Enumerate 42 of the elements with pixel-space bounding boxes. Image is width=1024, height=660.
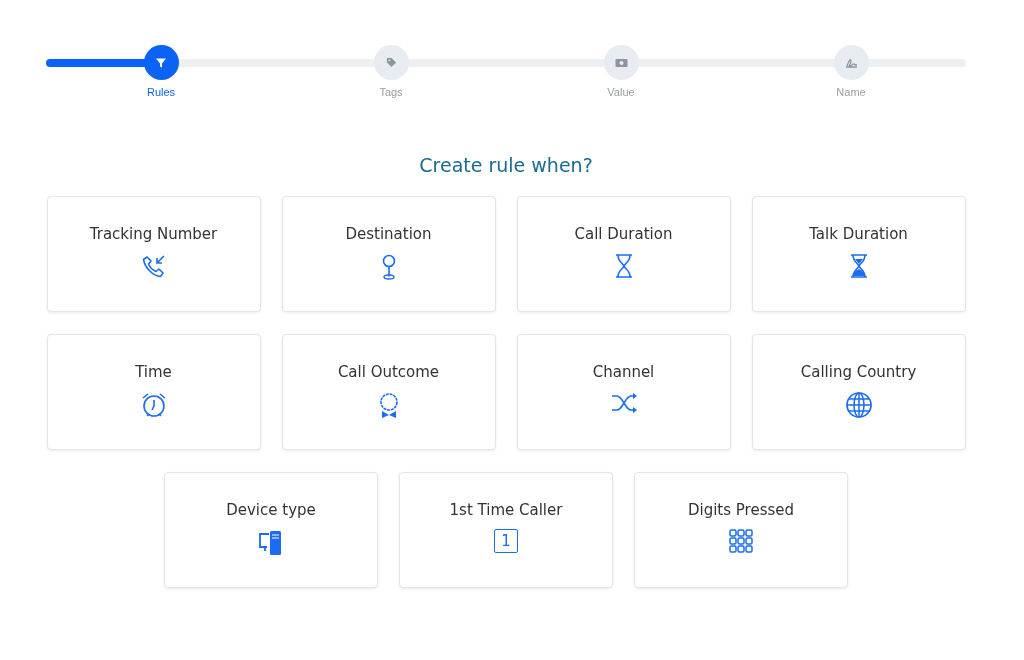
step-circle[interactable] — [603, 45, 639, 80]
shuffle-icon — [609, 391, 638, 415]
card-label: 1st Time Caller — [449, 501, 563, 519]
number-icon: 1 — [494, 529, 518, 553]
globe-icon — [844, 391, 873, 419]
signature-icon — [844, 57, 858, 68]
hourglass-icon — [848, 253, 869, 279]
card-label: Calling Country — [800, 363, 917, 381]
keypad-icon — [729, 529, 753, 553]
step-circle[interactable] — [833, 45, 869, 80]
card-label: Call Duration — [574, 225, 673, 243]
step-label: Name — [836, 86, 866, 98]
step-label: Rules — [146, 86, 176, 98]
card-label: Device type — [226, 501, 316, 519]
filter-icon — [155, 56, 167, 69]
rule-option-card[interactable]: Calling Country — [751, 334, 966, 450]
award-ribbon-icon — [377, 391, 400, 419]
hourglass-icon — [613, 253, 634, 279]
rule-option-card[interactable]: 1st Time Caller 1 — [399, 472, 613, 588]
step-label: Value — [607, 86, 635, 98]
rule-option-card[interactable]: Digits Pressed — [634, 472, 848, 588]
rule-option-card[interactable]: Time — [46, 334, 261, 450]
rule-option-card[interactable]: Channel — [516, 334, 731, 450]
card-label: Destination — [345, 225, 432, 243]
step-label: Tags — [379, 86, 403, 98]
rule-option-card[interactable]: Call Outcome — [281, 334, 496, 450]
rule-option-card[interactable]: Call Duration — [516, 196, 731, 312]
rule-option-card[interactable]: Tracking Number — [46, 196, 261, 312]
card-label: Channel — [592, 363, 655, 381]
step-circle[interactable] — [143, 45, 179, 80]
rule-option-card[interactable]: Talk Duration — [751, 196, 966, 312]
tag-icon — [385, 57, 397, 68]
card-label: Talk Duration — [809, 225, 908, 243]
card-label: Tracking Number — [89, 225, 218, 243]
banknote-icon — [614, 57, 628, 68]
card-label: Digits Pressed — [687, 501, 795, 519]
step-circle[interactable] — [373, 45, 409, 80]
card-label: Time — [135, 363, 172, 381]
page-heading: Create rule when? — [418, 154, 594, 176]
rule-option-card[interactable]: Destination — [281, 196, 496, 312]
card-label: Call Outcome — [337, 363, 440, 381]
rule-option-card[interactable]: Device type — [164, 472, 378, 588]
